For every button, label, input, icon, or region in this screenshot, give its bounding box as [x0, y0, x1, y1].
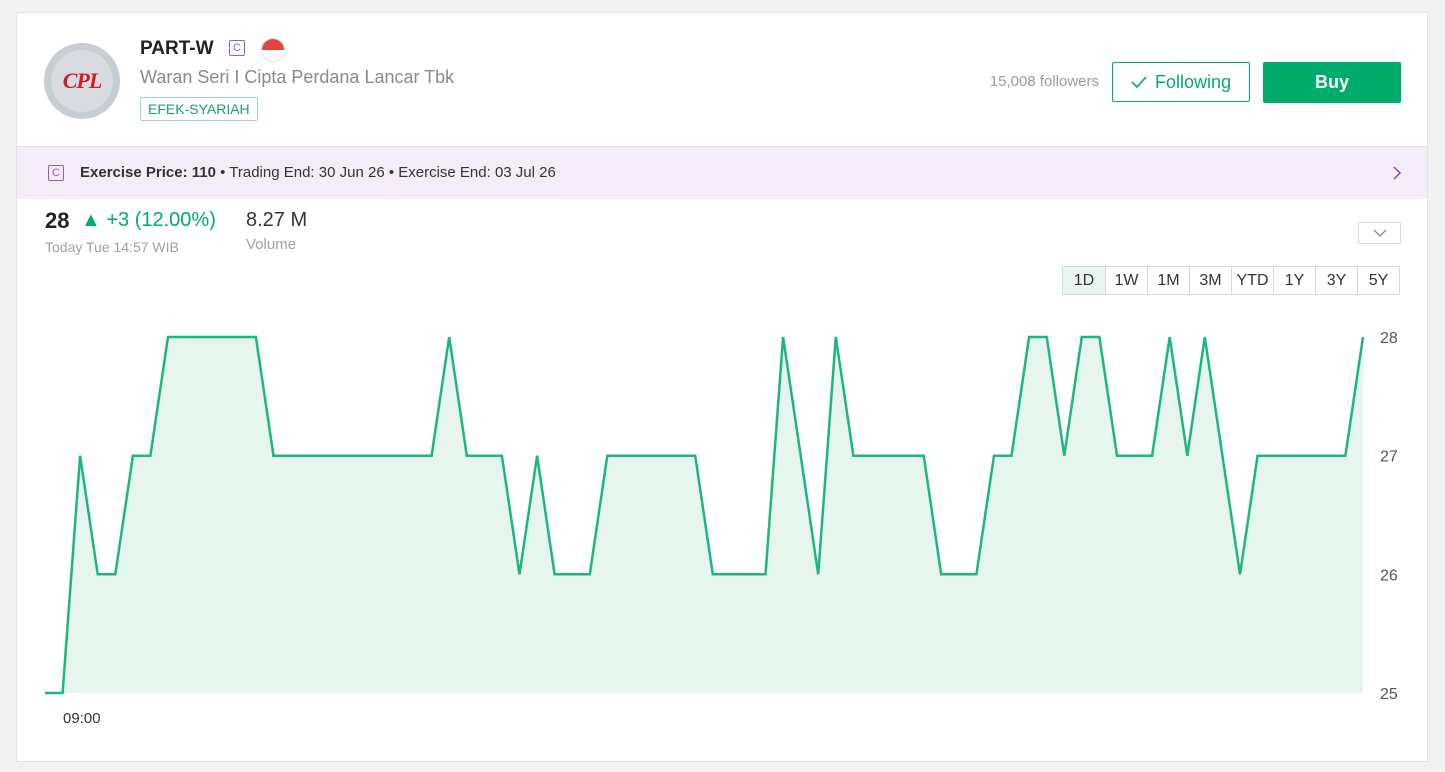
price-change: ▲ +3 (12.00%) [81, 209, 216, 231]
period-3m[interactable]: 3M [1189, 267, 1231, 294]
y-tick-label: 28 [1380, 330, 1398, 347]
period-5y[interactable]: 5Y [1357, 267, 1399, 294]
y-tick-label: 27 [1380, 449, 1398, 466]
c-badge: C [229, 40, 245, 56]
price-chart[interactable]: 25 26 27 28 09:00 [45, 313, 1425, 743]
period-1d[interactable]: 1D [1063, 267, 1105, 294]
trading-end: • Trading End: 30 Jun 26 [220, 164, 385, 181]
company-name: Waran Seri I Cipta Perdana Lancar Tbk [140, 67, 455, 87]
x-tick-label: 09:00 [63, 710, 101, 727]
indonesia-flag-icon [261, 38, 285, 62]
exercise-end: • Exercise End: 03 Jul 26 [388, 164, 556, 181]
exercise-price-label: Exercise Price: [80, 164, 188, 181]
warrant-info-text: Exercise Price: 110 • Trading End: 30 Ju… [80, 164, 556, 181]
volume-value: 8.27 M [246, 209, 308, 231]
logo-text: CPL [62, 68, 103, 93]
y-tick-label: 26 [1380, 567, 1398, 584]
period-selector: 1D 1W 1M 3M YTD 1Y 3Y 5Y [1062, 266, 1400, 295]
c-badge: C [48, 165, 64, 181]
chevron-right-icon[interactable] [1389, 163, 1405, 183]
quote-timestamp: Today Tue 14:57 WIB [45, 239, 179, 255]
company-logo: CPL [44, 43, 120, 119]
period-1m[interactable]: 1M [1147, 267, 1189, 294]
period-ytd[interactable]: YTD [1231, 267, 1273, 294]
volume-label: Volume [246, 236, 297, 253]
check-icon [1131, 76, 1147, 88]
last-price: 28 [45, 208, 70, 233]
syariah-tag[interactable]: EFEK-SYARIAH [140, 97, 258, 121]
chart-type-dropdown[interactable] [1358, 222, 1401, 244]
buy-button[interactable]: Buy [1263, 62, 1401, 103]
period-3y[interactable]: 3Y [1315, 267, 1357, 294]
chevron-down-icon [1373, 229, 1386, 237]
period-1y[interactable]: 1Y [1273, 267, 1315, 294]
ticker-symbol: PART-W [140, 38, 214, 59]
warrant-info-bar[interactable]: C Exercise Price: 110 • Trading End: 30 … [17, 147, 1427, 199]
following-button[interactable]: Following [1112, 62, 1250, 102]
stock-card: CPL PART-W C Waran Seri I Cipta Perdana … [16, 12, 1428, 762]
period-1w[interactable]: 1W [1105, 267, 1147, 294]
exercise-price-value: 110 [191, 164, 216, 181]
followers-count: 15,008 followers [989, 73, 1099, 90]
following-label: Following [1154, 71, 1232, 92]
y-tick-label: 25 [1380, 686, 1398, 703]
